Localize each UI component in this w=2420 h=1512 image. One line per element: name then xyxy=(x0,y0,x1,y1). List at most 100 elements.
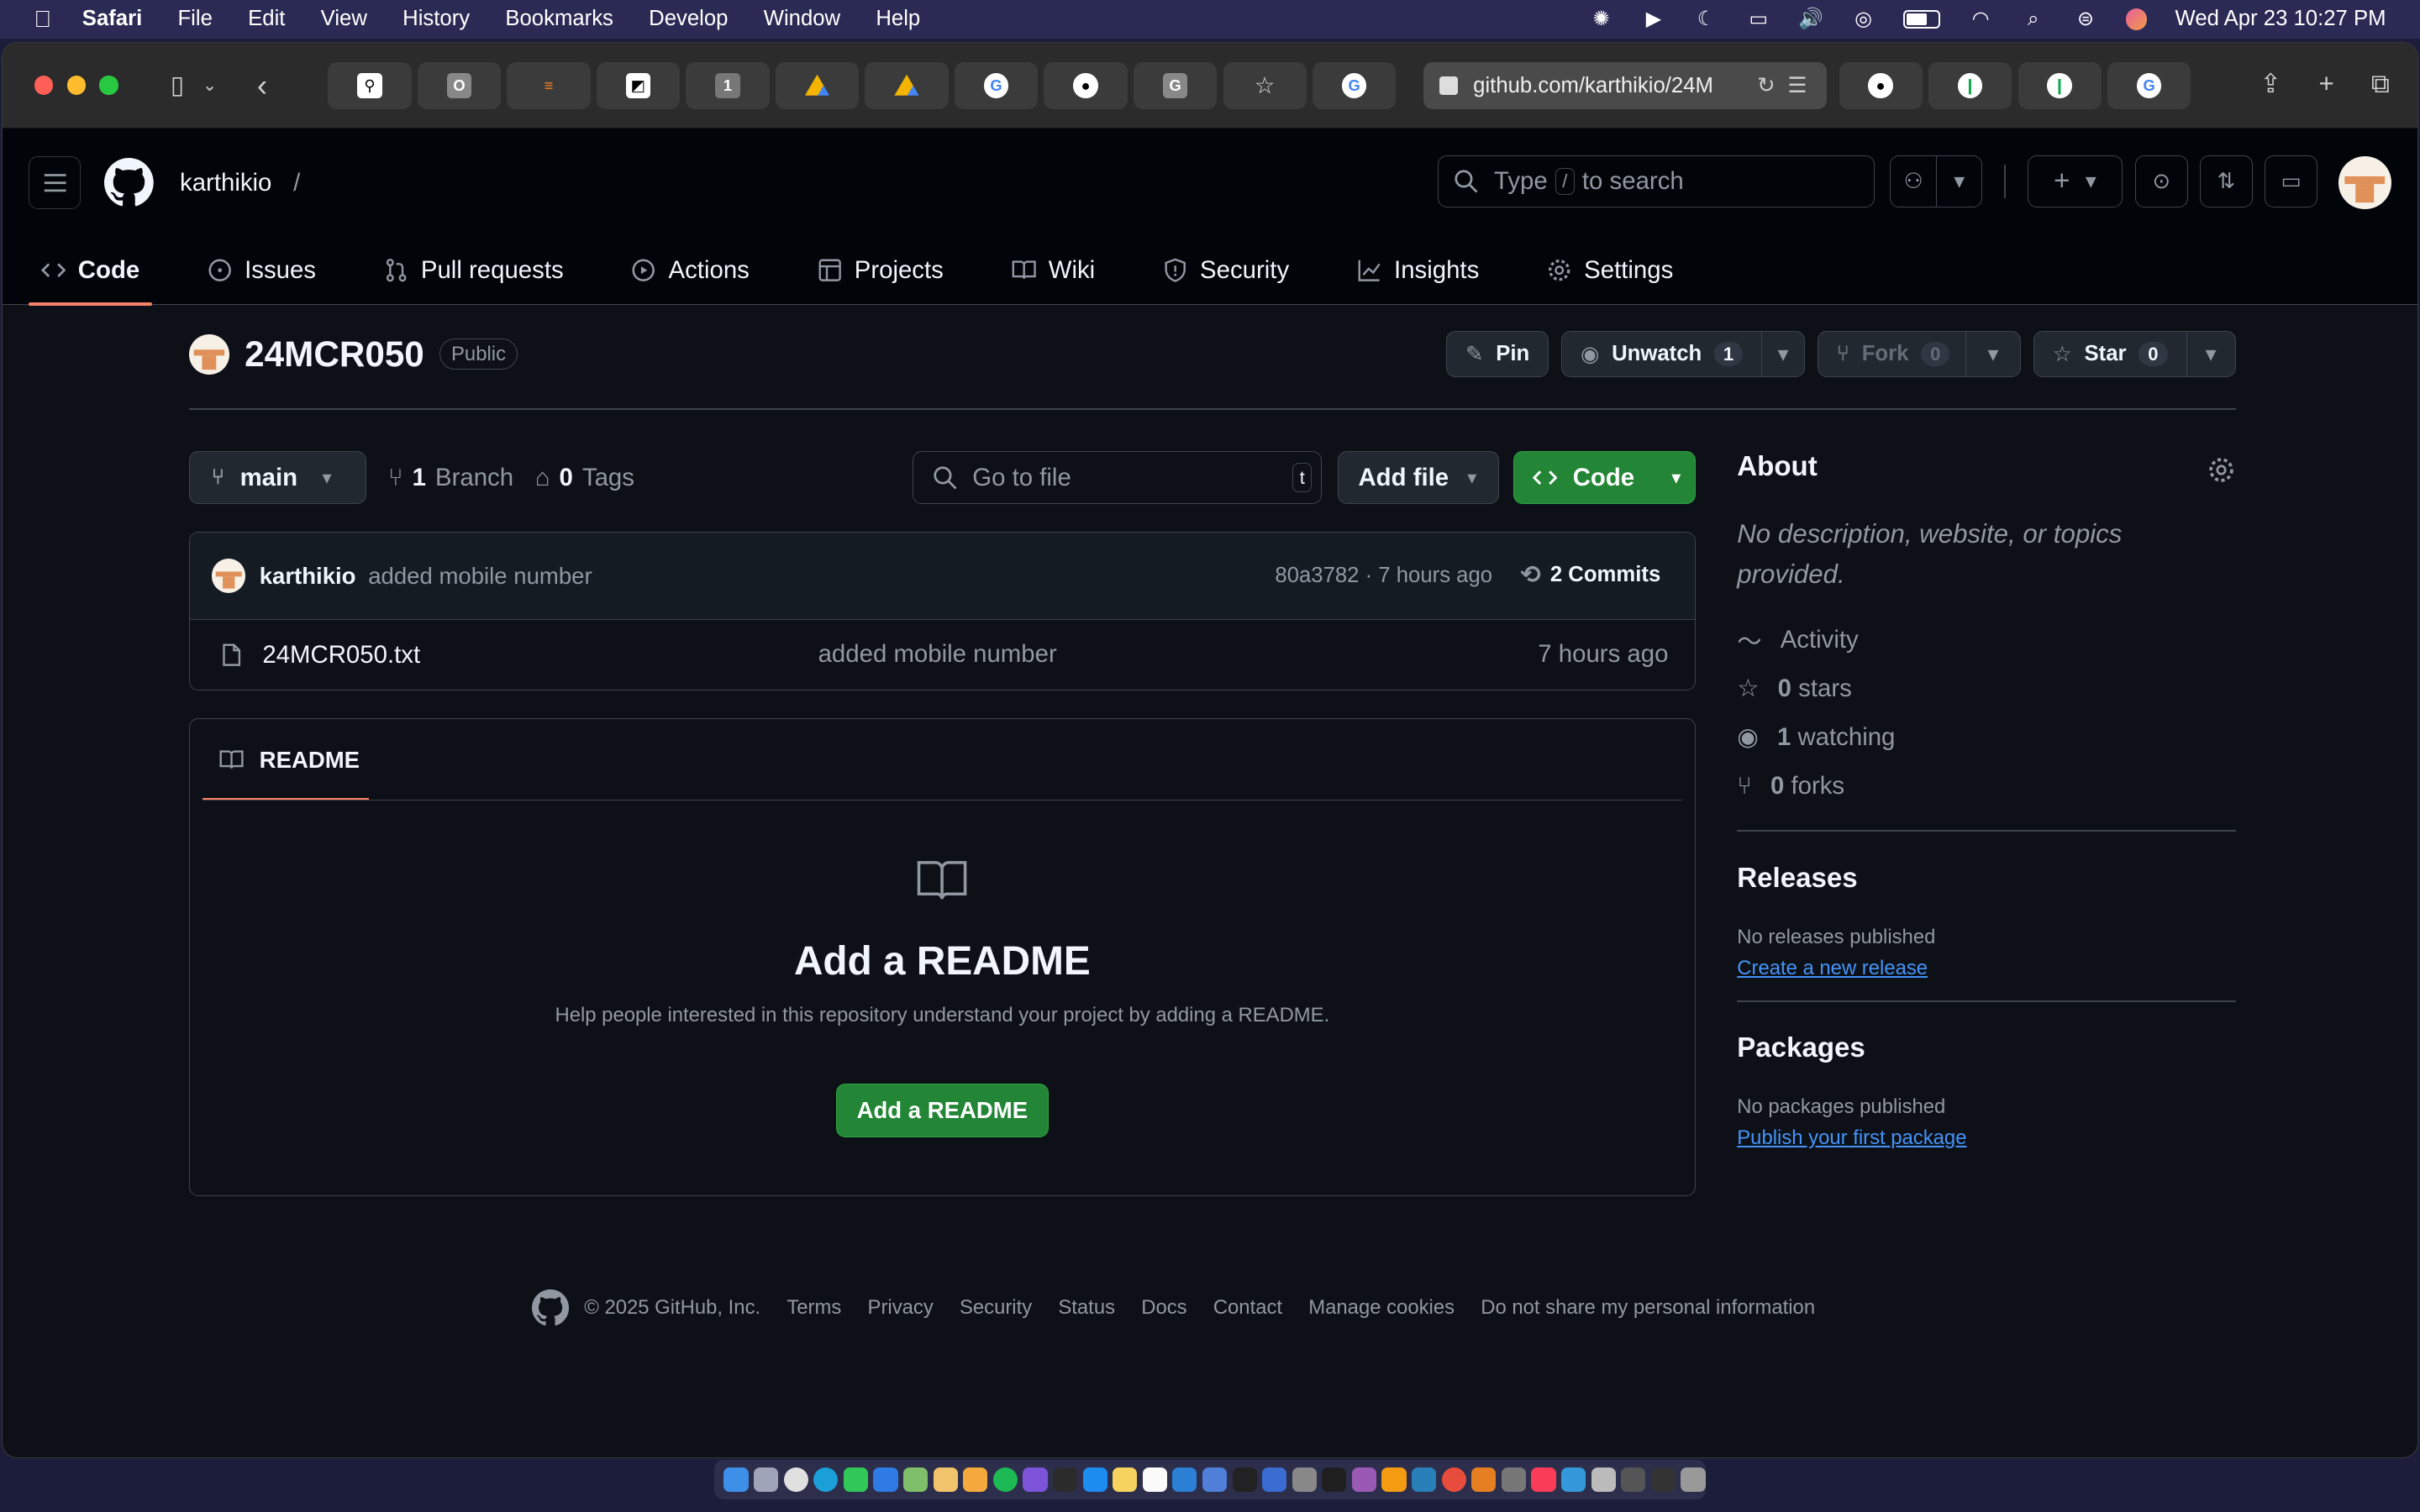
search-input[interactable]: Type / to search xyxy=(1437,155,1875,208)
minimize-window-button[interactable] xyxy=(66,76,86,95)
menu-app-name[interactable]: Safari xyxy=(82,7,142,31)
footer-link-manage-cookies[interactable]: Manage cookies xyxy=(1308,1296,1455,1320)
reload-icon[interactable]: ↻ xyxy=(1757,73,1776,98)
tab-google-3[interactable]: G xyxy=(2107,62,2191,109)
notion-icon[interactable] xyxy=(1412,1467,1437,1493)
star-dropdown[interactable]: ▾ xyxy=(2186,332,2235,377)
volume-icon[interactable]: 🔊 xyxy=(1798,8,1823,30)
tab-security[interactable]: Security xyxy=(1150,236,1302,304)
menu-window[interactable]: Window xyxy=(764,7,840,31)
spotify-icon[interactable] xyxy=(992,1467,1018,1493)
menu-help[interactable]: Help xyxy=(876,7,920,31)
tab-link[interactable]: ⚲ xyxy=(328,62,412,109)
settings-icon[interactable] xyxy=(1292,1467,1317,1493)
tab-insights[interactable]: Insights xyxy=(1344,236,1491,304)
go-to-file-input[interactable]: Go to file t xyxy=(913,451,1323,504)
footer-link-privacy[interactable]: Privacy xyxy=(868,1296,934,1320)
sublime-icon[interactable] xyxy=(1471,1467,1497,1493)
tab-overview-icon[interactable]: ⧉ xyxy=(2371,69,2390,100)
calendar-icon[interactable] xyxy=(1142,1467,1167,1493)
menu-file[interactable]: File xyxy=(177,7,212,31)
pin-button[interactable]: ✎ Pin xyxy=(1445,331,1549,378)
footer-link-security[interactable]: Security xyxy=(960,1296,1032,1320)
trash-icon[interactable] xyxy=(1681,1467,1706,1493)
fork-button[interactable]: ⑂ Fork 0 ▾ xyxy=(1817,331,2022,378)
automator-icon[interactable] xyxy=(1501,1467,1527,1493)
commit-message[interactable]: added mobile number xyxy=(368,563,592,590)
tab-actions[interactable]: Actions xyxy=(619,236,762,304)
star-button[interactable]: ☆ Star 0 ▾ xyxy=(2033,331,2236,378)
finder-icon[interactable] xyxy=(723,1467,749,1493)
table-row[interactable]: 24MCR050.txt added mobile number 7 hours… xyxy=(190,620,1695,689)
tab-settings[interactable]: Settings xyxy=(1534,236,1686,304)
podcasts-icon[interactable] xyxy=(1351,1467,1377,1493)
siri-icon[interactable] xyxy=(2125,8,2148,30)
stickies-icon[interactable] xyxy=(1113,1467,1138,1493)
tab-google-1[interactable]: G xyxy=(954,62,1039,109)
tab-mongo-1[interactable]: ❙ xyxy=(1928,62,2012,109)
gear-icon[interactable] xyxy=(2207,456,2235,484)
airdrop-icon[interactable]: ◎ xyxy=(1851,8,1876,30)
chatgpt-icon[interactable]: ✺ xyxy=(1589,8,1613,30)
add-file-button[interactable]: Add file ▾ xyxy=(1337,451,1500,504)
menu-edit[interactable]: Edit xyxy=(248,7,285,31)
back-icon[interactable]: ‹ xyxy=(257,68,267,103)
mail-icon[interactable] xyxy=(873,1467,898,1493)
footer-link-contact[interactable]: Contact xyxy=(1213,1296,1282,1320)
github-logo-icon[interactable] xyxy=(531,1289,569,1326)
tab-wiki[interactable]: Wiki xyxy=(999,236,1107,304)
menu-bookmarks[interactable]: Bookmarks xyxy=(505,7,613,31)
tab-drive-1[interactable] xyxy=(775,62,860,109)
moon-icon[interactable]: ☾ xyxy=(1694,8,1718,30)
tab-pull-requests[interactable]: Pull requests xyxy=(371,236,576,304)
add-readme-button[interactable]: Add a README xyxy=(835,1084,1050,1137)
tab-one[interactable]: 1 xyxy=(686,62,770,109)
recent-app-icon[interactable] xyxy=(1621,1467,1646,1493)
tab-g[interactable]: G xyxy=(1134,62,1218,109)
utility-icon[interactable] xyxy=(1591,1467,1616,1493)
control-center-icon[interactable]: ⊜ xyxy=(2073,8,2097,30)
watching-link[interactable]: ◉ 1 watching xyxy=(1737,713,2235,762)
terminal-icon[interactable] xyxy=(1232,1467,1257,1493)
tab-stack[interactable]: ≡ xyxy=(507,62,591,109)
preview-icon[interactable] xyxy=(1262,1467,1287,1493)
forks-link[interactable]: ⑂ 0 forks xyxy=(1737,762,2235,811)
reader-icon[interactable]: ☰ xyxy=(1787,73,1807,98)
photos-icon[interactable] xyxy=(933,1467,958,1493)
tab-github-active[interactable]: ● xyxy=(1839,62,1923,109)
address-bar[interactable]: github.com/karthikio/24M ↻ ☰ xyxy=(1423,62,1827,109)
menu-button[interactable] xyxy=(29,156,82,209)
footer-link-docs[interactable]: Docs xyxy=(1141,1296,1186,1320)
maps-icon[interactable] xyxy=(902,1467,929,1493)
footer-link-do-not-share[interactable]: Do not share my personal information xyxy=(1481,1296,1815,1320)
chrome-icon[interactable] xyxy=(783,1467,808,1493)
zoom-window-button[interactable] xyxy=(99,76,118,95)
repo-name[interactable]: 24MCR050 xyxy=(245,334,424,375)
inbox-button[interactable]: ▭ xyxy=(2265,155,2317,208)
vlc-icon[interactable] xyxy=(1561,1467,1586,1493)
commit-author-avatar[interactable] xyxy=(211,559,246,593)
releases-title[interactable]: Releases xyxy=(1737,863,2235,895)
copilot-button[interactable]: ⚇ ▾ xyxy=(1890,155,1983,208)
tab-google-2[interactable]: G xyxy=(1313,62,1397,109)
code-button[interactable]: Code ▾ xyxy=(1512,451,1696,504)
obsidian-icon[interactable] xyxy=(1023,1467,1048,1493)
file-commit-message[interactable]: added mobile number xyxy=(818,640,1057,669)
tab-readme[interactable]: README xyxy=(202,719,370,801)
chatgpt-icon[interactable] xyxy=(1052,1467,1078,1493)
footer-link-status[interactable]: Status xyxy=(1058,1296,1115,1320)
tab-github[interactable]: ● xyxy=(1044,62,1128,109)
vscode-icon[interactable] xyxy=(1172,1467,1197,1493)
apple-menu-icon[interactable]:  xyxy=(34,6,51,33)
branches-link[interactable]: ⑂ 1 Branch xyxy=(388,464,513,492)
opera-icon[interactable] xyxy=(1441,1467,1466,1493)
tab-code[interactable]: Code xyxy=(29,236,152,307)
tags-link[interactable]: ⌂ 0 Tags xyxy=(535,464,634,492)
new-tab-icon[interactable]: + xyxy=(2318,69,2333,100)
menubar-clock[interactable]: Wed Apr 23 10:27 PM xyxy=(2175,7,2386,31)
tab-projects[interactable]: Projects xyxy=(805,236,956,304)
branch-selector[interactable]: ⑂ main ▾ xyxy=(189,451,367,504)
commit-hash-time[interactable]: 80a3782 · 7 hours ago xyxy=(1275,564,1492,588)
breadcrumb-owner[interactable]: karthikio xyxy=(180,169,271,197)
safari-icon[interactable] xyxy=(813,1467,839,1493)
